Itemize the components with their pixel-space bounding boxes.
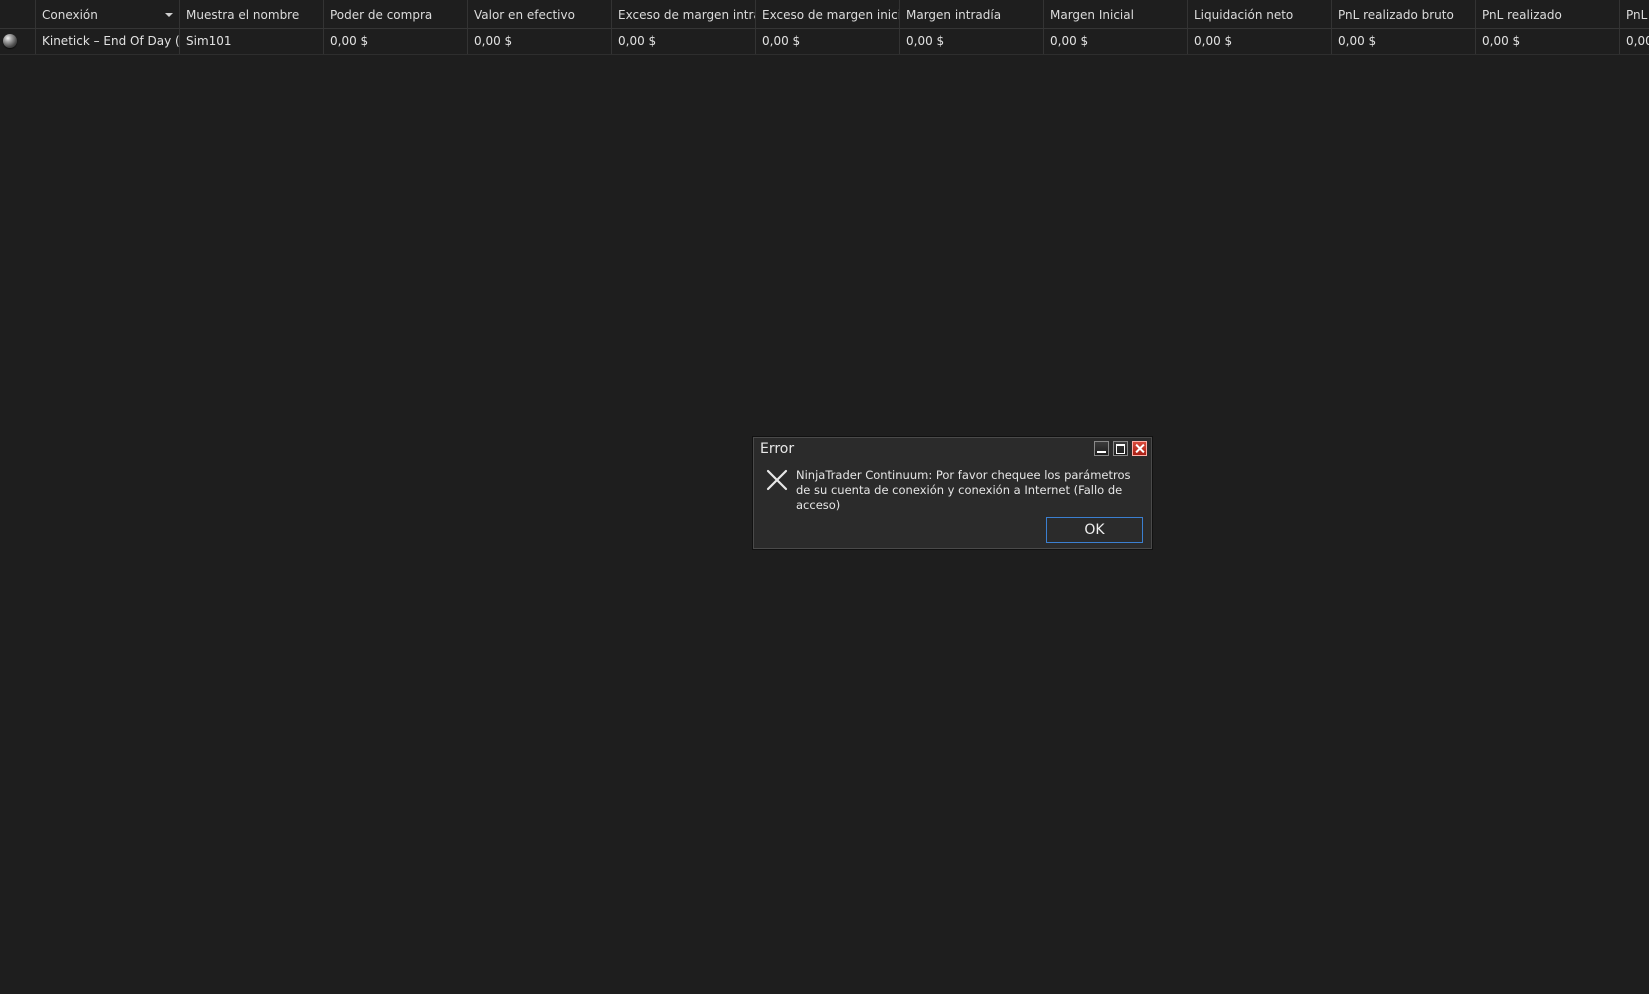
header-pnl-truncated[interactable]: PnL (1620, 0, 1649, 28)
maximize-icon[interactable] (1113, 441, 1128, 456)
header-buying-power[interactable]: Poder de compra (324, 0, 468, 28)
row-status-cell (0, 29, 36, 54)
dialog-titlebar[interactable]: Error (754, 438, 1151, 460)
sort-descending-icon (165, 13, 173, 17)
row-gross-realized-pnl: 0,00 $ (1332, 29, 1476, 54)
header-intraday-margin[interactable]: Margen intradía (900, 0, 1044, 28)
header-net-liquidation[interactable]: Liquidación neto (1188, 0, 1332, 28)
close-icon[interactable] (1132, 441, 1147, 456)
error-dialog: Error NinjaTrader Continuum: Por favor c… (753, 437, 1152, 549)
header-realized-pnl[interactable]: PnL realizado (1476, 0, 1620, 28)
dialog-message: NinjaTrader Continuum: Por favor chequee… (796, 468, 1131, 512)
row-excess-initial-margin: 0,00 $ (756, 29, 900, 54)
row-display-name: Sim101 (180, 29, 324, 54)
row-buying-power: 0,00 $ (324, 29, 468, 54)
dialog-title: Error (760, 441, 795, 457)
header-excess-intraday-margin[interactable]: Exceso de margen intradía (612, 0, 756, 28)
header-display-name[interactable]: Muestra el nombre (180, 0, 324, 28)
row-realized-pnl: 0,00 $ (1476, 29, 1620, 54)
connection-status-ball-icon (3, 34, 17, 48)
row-excess-intraday-margin: 0,00 $ (612, 29, 756, 54)
row-connection: Kinetick – End Of Day (F (36, 29, 180, 54)
header-status[interactable] (0, 0, 36, 28)
error-x-icon (766, 469, 788, 491)
minimize-icon[interactable] (1094, 441, 1109, 456)
row-net-liquidation: 0,00 $ (1188, 29, 1332, 54)
header-cash-value[interactable]: Valor en efectivo (468, 0, 612, 28)
header-connection[interactable]: Conexión (36, 0, 180, 28)
row-initial-margin: 0,00 $ (1044, 29, 1188, 54)
ok-button[interactable]: OK (1046, 517, 1143, 543)
row-cash-value: 0,00 $ (468, 29, 612, 54)
grid-header-row: Conexión Muestra el nombre Poder de comp… (0, 0, 1649, 29)
table-row[interactable]: Kinetick – End Of Day (F Sim101 0,00 $ 0… (0, 29, 1649, 55)
header-connection-label: Conexión (42, 8, 98, 22)
header-excess-initial-margin[interactable]: Exceso de margen inicial (756, 0, 900, 28)
header-initial-margin[interactable]: Margen Inicial (1044, 0, 1188, 28)
header-gross-realized-pnl[interactable]: PnL realizado bruto (1332, 0, 1476, 28)
row-intraday-margin: 0,00 $ (900, 29, 1044, 54)
row-pnl-truncated: 0,00 (1626, 34, 1649, 48)
